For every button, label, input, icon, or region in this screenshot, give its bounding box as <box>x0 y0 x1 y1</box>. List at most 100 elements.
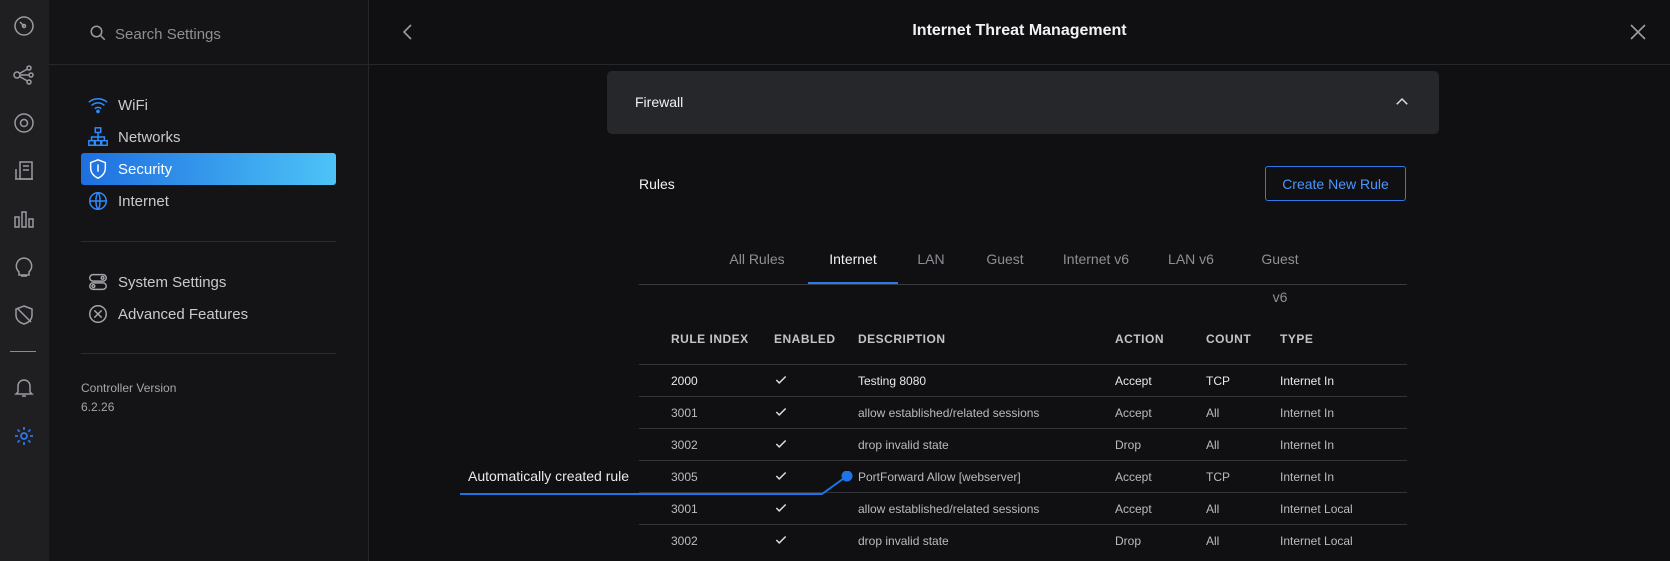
column-header[interactable]: DESCRIPTION <box>858 332 946 346</box>
rule-index: 3002 <box>671 534 698 548</box>
table-row[interactable]: 3002 drop invalid state Drop All Interne… <box>639 524 1407 557</box>
table-row[interactable]: 3002 drop invalid state Drop All Interne… <box>639 428 1407 461</box>
controller-version-label: Controller Version <box>81 381 177 395</box>
advanced-features-icon <box>86 302 110 326</box>
tab-internet[interactable]: Internet <box>808 240 898 284</box>
table-row[interactable]: 3001 allow established/related sessions … <box>639 396 1407 429</box>
column-header[interactable]: ACTION <box>1115 332 1164 346</box>
close-button[interactable] <box>1626 20 1650 44</box>
sidebar-item-security[interactable]: Security <box>81 153 336 185</box>
tab-guest[interactable]: Guest <box>984 240 1026 284</box>
sidebar-item-label: Security <box>118 160 173 178</box>
rule-tabs: All Rules Internet LAN Guest Internet v6… <box>639 240 1407 305</box>
globe-icon <box>86 189 110 213</box>
rule-count: TCP <box>1206 470 1230 484</box>
rule-action: Drop <box>1115 534 1142 548</box>
create-new-rule-button[interactable]: Create New Rule <box>1265 166 1406 201</box>
sidebar-item-label: Internet <box>118 192 169 210</box>
rule-count: All <box>1206 502 1220 516</box>
wifi-icon <box>86 93 110 117</box>
rule-description: drop invalid state <box>858 438 949 452</box>
sidebar-item-system-settings[interactable]: System Settings <box>81 266 336 298</box>
notifications-icon[interactable] <box>12 375 36 399</box>
tab-internet-v6[interactable]: Internet v6 <box>1061 240 1131 284</box>
sidebar-item-label: Advanced Features <box>118 305 249 323</box>
rule-count: All <box>1206 438 1220 452</box>
checkmark-icon <box>775 439 787 448</box>
search-input[interactable] <box>113 20 347 48</box>
annotation-pointer <box>460 471 853 495</box>
rules-title: Rules <box>639 176 675 192</box>
rule-action: Accept <box>1115 470 1152 484</box>
tab-all-rules[interactable]: All Rules <box>727 240 787 284</box>
sidebar-item-label: Networks <box>118 128 181 146</box>
settings-sidebar: WiFi Networks Security Internet System S… <box>49 0 369 561</box>
rule-count: TCP <box>1206 374 1230 388</box>
statistics-icon[interactable] <box>12 207 36 231</box>
insights-icon[interactable] <box>12 255 36 279</box>
search-icon <box>90 25 106 41</box>
rule-type: Internet Local <box>1280 502 1353 516</box>
firewall-section-header[interactable]: Firewall <box>607 71 1439 134</box>
sidebar-item-networks[interactable]: Networks <box>81 121 336 153</box>
controller-version: 6.2.26 <box>81 400 115 414</box>
settings-icon[interactable] <box>12 424 36 448</box>
rule-description: allow established/related sessions <box>858 502 1040 516</box>
checkmark-icon <box>775 407 787 416</box>
topology-icon[interactable] <box>12 63 36 87</box>
rule-description: PortForward Allow [webserver] <box>858 470 1021 484</box>
rail-divider <box>10 351 36 352</box>
system-settings-icon <box>86 270 110 294</box>
dashboard-icon[interactable] <box>12 14 36 38</box>
clients-icon[interactable] <box>12 159 36 183</box>
rule-type: Internet Local <box>1280 534 1353 548</box>
networks-icon <box>86 125 110 149</box>
checkmark-icon <box>775 503 787 512</box>
page-header: Internet Threat Management <box>369 0 1670 65</box>
column-header[interactable]: COUNT <box>1206 332 1251 346</box>
search-divider <box>49 64 368 65</box>
tab-guest-v6[interactable]: Guest v6 <box>1252 240 1308 305</box>
checkmark-icon <box>775 535 787 544</box>
sidebar-item-label: System Settings <box>118 273 227 291</box>
column-header[interactable]: TYPE <box>1280 332 1313 346</box>
sidebar-divider <box>81 241 336 242</box>
sidebar-divider <box>81 353 336 354</box>
rule-action: Accept <box>1115 406 1152 420</box>
rule-count: All <box>1206 534 1220 548</box>
sidebar-item-advanced-features[interactable]: Advanced Features <box>81 298 336 330</box>
security-shield-icon <box>86 157 110 181</box>
tab-lan[interactable]: LAN <box>913 240 949 284</box>
threat-icon[interactable] <box>12 303 36 327</box>
column-header[interactable]: ENABLED <box>774 332 836 346</box>
checkmark-icon <box>775 375 787 384</box>
rule-description: allow established/related sessions <box>858 406 1040 420</box>
search-box <box>89 20 349 48</box>
firewall-title: Firewall <box>635 94 684 110</box>
sidebar-item-internet[interactable]: Internet <box>81 185 336 217</box>
rule-action: Accept <box>1115 374 1152 388</box>
rule-index: 2000 <box>671 374 698 388</box>
rule-action: Drop <box>1115 438 1142 452</box>
table-row[interactable]: 2000 Testing 8080 Accept TCP Internet In <box>639 364 1407 397</box>
rule-description: drop invalid state <box>858 534 949 548</box>
rule-count: All <box>1206 406 1220 420</box>
chevron-up-icon <box>1396 97 1408 105</box>
sidebar-item-label: WiFi <box>118 96 148 114</box>
sidebar-item-wifi[interactable]: WiFi <box>81 89 336 121</box>
rule-type: Internet In <box>1280 470 1335 484</box>
rule-description: Testing 8080 <box>858 374 927 388</box>
rule-action: Accept <box>1115 502 1152 516</box>
rule-index: 3002 <box>671 438 698 452</box>
page-title: Internet Threat Management <box>912 22 1127 39</box>
rule-type: Internet In <box>1280 374 1335 388</box>
close-icon <box>1630 24 1646 40</box>
rule-index: 3001 <box>671 502 698 516</box>
tab-lan-v6[interactable]: LAN v6 <box>1167 240 1215 284</box>
app-icon-rail <box>0 0 49 561</box>
rule-type: Internet In <box>1280 406 1335 420</box>
column-header[interactable]: RULE INDEX <box>671 332 749 346</box>
rule-index: 3001 <box>671 406 698 420</box>
devices-icon[interactable] <box>12 111 36 135</box>
rule-type: Internet In <box>1280 438 1335 452</box>
